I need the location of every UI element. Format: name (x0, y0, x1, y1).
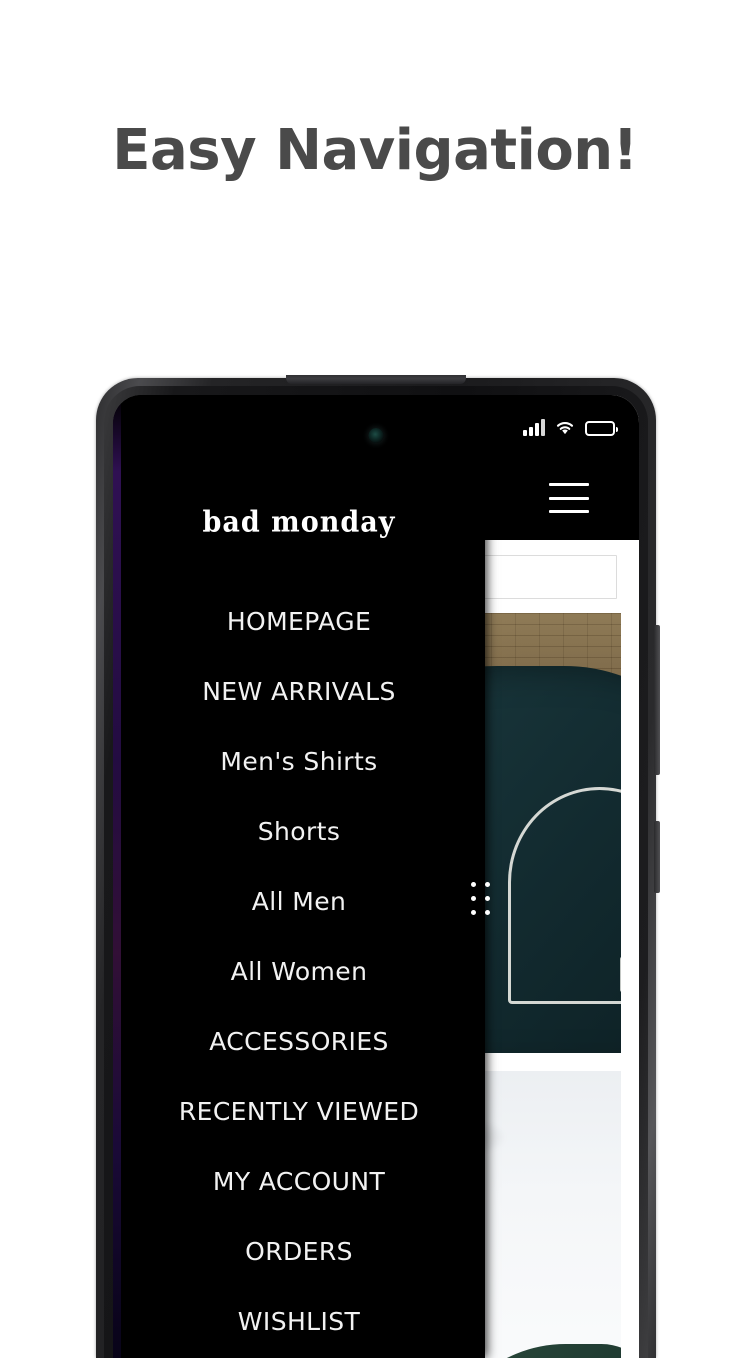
brand-logo: bad monday (202, 505, 396, 540)
menu-item-recently-viewed[interactable]: RECENTLY VIEWED (113, 1077, 485, 1147)
signal-bars-icon (523, 419, 545, 436)
menu-item-wishlist[interactable]: WISHLIST (113, 1287, 485, 1357)
wifi-icon (556, 421, 574, 435)
menu-item-shorts[interactable]: Shorts (113, 797, 485, 867)
side-navigation-drawer: bad monday HOMEPAGE NEW ARRIVALS Men's S… (113, 395, 485, 1358)
menu-item-all-women[interactable]: All Women (113, 937, 485, 1007)
menu-item-all-men[interactable]: All Men (113, 867, 485, 937)
menu-item-new-arrivals[interactable]: NEW ARRIVALS (113, 657, 485, 727)
menu-item-mens-shirts[interactable]: Men's Shirts (113, 727, 485, 797)
menu-item-my-account[interactable]: MY ACCOUNT (113, 1147, 485, 1217)
menu-item-homepage[interactable]: HOMEPAGE (113, 587, 485, 657)
battery-icon (585, 421, 618, 436)
earpiece-speaker (286, 375, 466, 384)
menu-item-orders[interactable]: ORDERS (113, 1217, 485, 1287)
menu-item-accessories[interactable]: ACCESSORIES (113, 1007, 485, 1077)
status-icons (523, 414, 618, 436)
phone-mockup: B (96, 375, 660, 1358)
volume-rocker-button[interactable] (654, 625, 660, 775)
drawer-menu: HOMEPAGE NEW ARRIVALS Men's Shirts Short… (113, 587, 485, 1357)
hoodie-arch-graphic: B (508, 787, 621, 1004)
page-title: Easy Navigation! (112, 118, 638, 183)
drawer-drag-handle[interactable] (471, 882, 490, 915)
power-button[interactable] (654, 821, 660, 893)
phone-screen: B (113, 395, 639, 1358)
front-camera (368, 428, 384, 443)
hamburger-menu-icon[interactable] (549, 483, 589, 513)
